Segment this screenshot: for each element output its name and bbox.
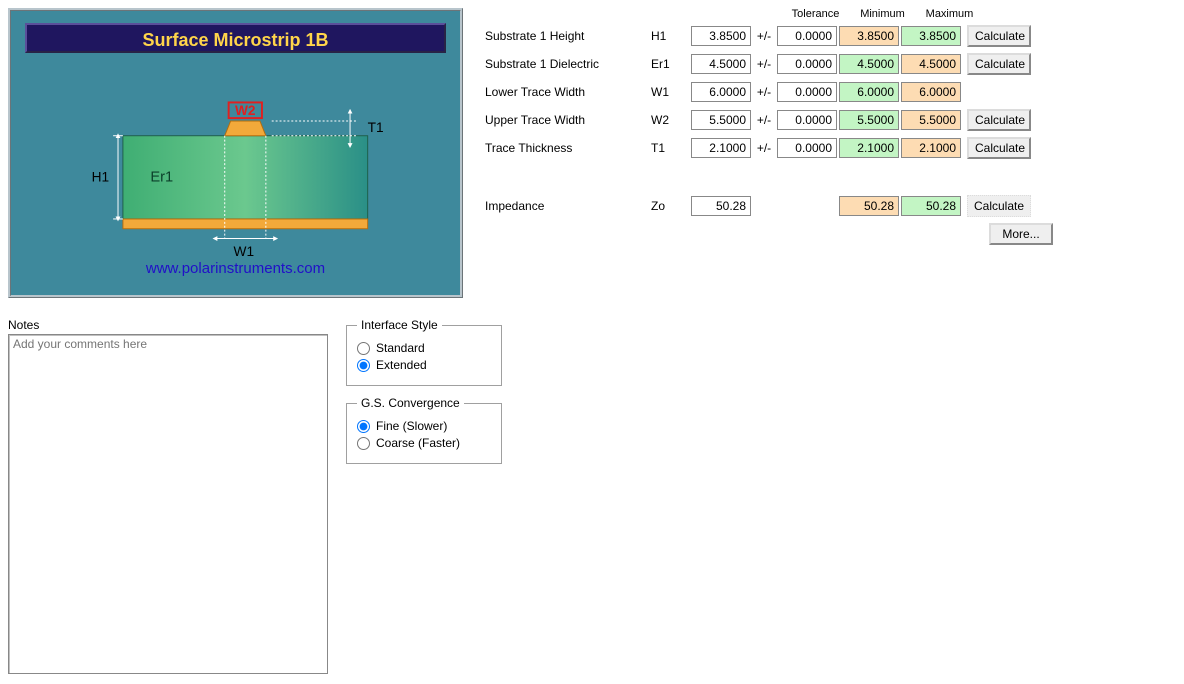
plus-minus: +/-: [751, 57, 777, 71]
gs-radio-fine[interactable]: [357, 420, 370, 433]
param-tolerance-input[interactable]: [777, 26, 837, 46]
param-row: Lower Trace WidthW1 +/-: [481, 78, 1053, 106]
gs-convergence-legend: G.S. Convergence: [357, 396, 464, 410]
param-symbol: T1: [651, 141, 691, 155]
param-max-cell[interactable]: [901, 26, 961, 46]
param-label: Trace Thickness: [481, 141, 651, 155]
plus-minus: +/-: [751, 141, 777, 155]
param-label: Substrate 1 Height: [481, 29, 651, 43]
param-calculate-button[interactable]: Calculate: [967, 109, 1031, 131]
impedance-min[interactable]: [839, 196, 899, 216]
notes-label: Notes: [8, 318, 328, 332]
interface-style-group: Interface Style Standard Extended: [346, 318, 502, 386]
impedance-row: Impedance Zo Calculate: [481, 192, 1053, 220]
gs-radio-coarse[interactable]: [357, 437, 370, 450]
param-symbol: Er1: [651, 57, 691, 71]
interface-style-option-extended[interactable]: Extended: [357, 358, 491, 372]
param-max-cell[interactable]: [901, 54, 961, 74]
param-symbol: H1: [651, 29, 691, 43]
plus-minus: +/-: [751, 113, 777, 127]
param-tolerance-input[interactable]: [777, 138, 837, 158]
plus-minus: +/-: [751, 29, 777, 43]
interface-style-option-standard[interactable]: Standard: [357, 341, 491, 355]
param-min-cell[interactable]: [839, 82, 899, 102]
param-row: Substrate 1 HeightH1 +/- Calculate: [481, 22, 1053, 50]
impedance-value-input[interactable]: [691, 196, 751, 216]
param-max-cell[interactable]: [901, 110, 961, 130]
param-row: Substrate 1 DielectricEr1 +/- Calculate: [481, 50, 1053, 78]
impedance-max[interactable]: [901, 196, 961, 216]
diagram-frame: Surface Microstrip 1B: [8, 8, 463, 298]
param-calculate-button[interactable]: Calculate: [967, 137, 1031, 159]
label-w2: W2: [235, 103, 256, 118]
impedance-symbol: Zo: [651, 199, 691, 213]
param-value-input[interactable]: [691, 26, 751, 46]
param-tolerance-input[interactable]: [777, 54, 837, 74]
plus-minus: +/-: [751, 85, 777, 99]
param-label: Upper Trace Width: [481, 113, 651, 127]
header-maximum: Maximum: [917, 8, 982, 20]
param-max-cell[interactable]: [901, 82, 961, 102]
impedance-label: Impedance: [481, 199, 651, 213]
param-tolerance-input[interactable]: [777, 110, 837, 130]
param-calculate-button[interactable]: Calculate: [967, 25, 1031, 47]
diagram-title: Surface Microstrip 1B: [25, 23, 446, 53]
interface-style-radio-extended[interactable]: [357, 359, 370, 372]
gs-option-coarse[interactable]: Coarse (Faster): [357, 436, 491, 450]
label-t1: T1: [368, 120, 384, 135]
param-tolerance-input[interactable]: [777, 82, 837, 102]
notes-textarea[interactable]: [8, 334, 328, 674]
param-row: Upper Trace WidthW2 +/- Calculate: [481, 106, 1053, 134]
parameter-grid: Tolerance Minimum Maximum Substrate 1 He…: [481, 8, 1053, 248]
param-min-cell[interactable]: [839, 54, 899, 74]
param-label: Lower Trace Width: [481, 85, 651, 99]
header-tolerance: Tolerance: [783, 8, 848, 20]
param-row: Trace ThicknessT1 +/- Calculate: [481, 134, 1053, 162]
param-calculate-button[interactable]: Calculate: [967, 53, 1031, 75]
diagram-body: W2 T1 H1 Er1 W1: [25, 59, 446, 281]
label-w1: W1: [234, 244, 255, 259]
header-minimum: Minimum: [850, 8, 915, 20]
param-min-cell[interactable]: [839, 26, 899, 46]
gs-option-fine[interactable]: Fine (Slower): [357, 419, 491, 433]
label-er1: Er1: [150, 170, 173, 186]
interface-style-radio-standard[interactable]: [357, 342, 370, 355]
param-label: Substrate 1 Dielectric: [481, 57, 651, 71]
more-button[interactable]: More...: [989, 223, 1053, 245]
param-symbol: W1: [651, 85, 691, 99]
gs-convergence-group: G.S. Convergence Fine (Slower) Coarse (F…: [346, 396, 502, 464]
param-value-input[interactable]: [691, 54, 751, 74]
param-value-input[interactable]: [691, 110, 751, 130]
param-min-cell[interactable]: [839, 138, 899, 158]
interface-style-legend: Interface Style: [357, 318, 442, 332]
param-symbol: W2: [651, 113, 691, 127]
param-value-input[interactable]: [691, 82, 751, 102]
param-value-input[interactable]: [691, 138, 751, 158]
label-h1: H1: [92, 170, 110, 185]
impedance-calculate-button[interactable]: Calculate: [967, 195, 1031, 217]
param-min-cell[interactable]: [839, 110, 899, 130]
diagram-link[interactable]: www.polarinstruments.com: [11, 260, 460, 277]
param-max-cell[interactable]: [901, 138, 961, 158]
